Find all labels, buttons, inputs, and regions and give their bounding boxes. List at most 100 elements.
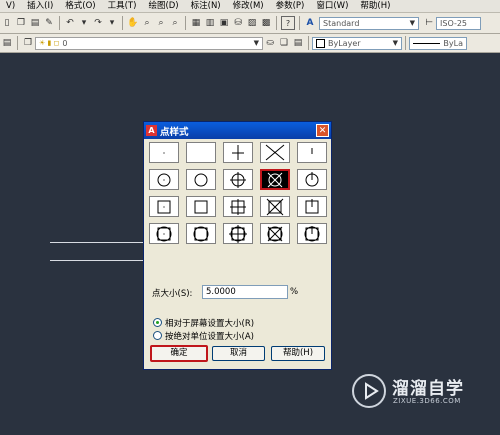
dialog-titlebar[interactable]: A 点样式 ✕ (144, 122, 331, 139)
chevron-down-icon: ▼ (409, 19, 415, 27)
relative-size-label[interactable]: 相对于屏幕设置大小(R) (165, 317, 254, 329)
chevron-down-icon: ▼ (253, 39, 259, 47)
menu-format[interactable]: 格式(O) (59, 0, 101, 12)
layer-states-icon[interactable]: ▤ (292, 37, 304, 49)
toolbar-separator (276, 16, 277, 30)
toolbar-separator (299, 16, 300, 30)
help-button[interactable]: 帮助(H) (271, 346, 325, 361)
point-style-tick[interactable] (297, 142, 327, 163)
linetype-value: ByLa (443, 38, 463, 48)
layer-previous-icon[interactable]: ❏ (278, 37, 290, 49)
toolbar-separator (59, 16, 60, 30)
point-style-circle-tick[interactable] (297, 169, 327, 190)
absolute-size-radio[interactable] (153, 331, 162, 340)
redo-icon[interactable]: ↷ (92, 17, 104, 29)
text-style-select[interactable]: Standard ▼ (319, 16, 419, 30)
point-style-square-dot[interactable] (149, 196, 179, 217)
standard-toolbar: ▯ ❐ ▤ ✎ ↶ ▾ ↷ ▾ ✋ ⌕ ⌕ ⌕ ▦ ▥ ▣ ⛁ ▨ ▩ ? A … (0, 13, 500, 34)
sheet-set-icon[interactable]: ⛁ (232, 17, 244, 29)
undo-dropdown-icon[interactable]: ▾ (78, 17, 90, 29)
text-style-icon: A (306, 18, 314, 28)
drawing-line (50, 242, 146, 243)
point-style-none[interactable] (186, 142, 216, 163)
open-icon[interactable]: ▯ (1, 17, 13, 29)
color-select[interactable]: ByLayer ▼ (312, 36, 402, 50)
chevron-down-icon: ▼ (392, 39, 398, 47)
zoom-realtime-icon[interactable]: ⌕ (141, 17, 153, 29)
markup-icon[interactable]: ▨ (246, 17, 258, 29)
calculator-icon[interactable]: ▩ (260, 17, 272, 29)
layer-select[interactable]: ☀ ▮ ◻ 0 ▼ (35, 36, 263, 50)
zoom-window-icon[interactable]: ⌕ (155, 17, 167, 29)
point-style-circle-square-tick[interactable] (297, 223, 327, 244)
close-button[interactable]: ✕ (316, 124, 329, 137)
point-style-circle-square-plus[interactable] (223, 223, 253, 244)
menu-draw[interactable]: 绘图(D) (142, 0, 184, 12)
relative-size-radio[interactable] (153, 318, 162, 327)
undo-icon[interactable]: ↶ (64, 17, 76, 29)
play-logo-icon (352, 374, 386, 408)
site-watermark: 溜溜自学 ZIXUE.3D66.COM (352, 372, 472, 414)
menu-view[interactable]: V) (0, 0, 21, 12)
layer-manager-icon[interactable]: ▤ (1, 37, 13, 49)
menu-tools[interactable]: 工具(T) (102, 0, 143, 12)
absolute-size-label[interactable]: 按绝对单位设置大小(A) (165, 330, 254, 342)
point-style-square-x[interactable] (260, 196, 290, 217)
point-style-circle-square[interactable] (186, 223, 216, 244)
zoom-previous-icon[interactable]: ⌕ (169, 17, 181, 29)
layer-properties-icon[interactable]: ❐ (22, 37, 34, 49)
toolbar-separator (405, 36, 406, 50)
design-center-icon[interactable]: ▥ (204, 17, 216, 29)
point-size-unit: % (290, 287, 299, 297)
cancel-button[interactable]: 取消 (212, 346, 265, 361)
layer-value: 0 (62, 38, 68, 48)
dim-style-value: ISO-25 (440, 18, 468, 28)
match-properties-icon[interactable]: ✎ (43, 17, 55, 29)
point-size-input[interactable]: 5.0000 (202, 285, 288, 299)
point-style-dot[interactable] (149, 142, 179, 163)
linetype-sample (413, 42, 441, 44)
menu-modify[interactable]: 修改(M) (227, 0, 270, 12)
point-style-x[interactable] (260, 142, 290, 163)
layer-state-icons: ☀ ▮ ◻ (39, 39, 60, 47)
point-style-plus[interactable] (223, 142, 253, 163)
ok-button[interactable]: 确定 (150, 345, 208, 362)
point-style-circle[interactable] (186, 169, 216, 190)
toolbar-separator (122, 16, 123, 30)
menu-insert[interactable]: 插入(I) (21, 0, 59, 12)
text-style-value: Standard (323, 18, 360, 28)
point-style-circle-square-dot[interactable] (149, 223, 179, 244)
make-current-layer-icon[interactable]: ⛀ (264, 37, 276, 49)
watermark-url: ZIXUE.3D66.COM (393, 397, 461, 405)
toolbar-separator (308, 36, 309, 50)
copy-icon[interactable]: ❐ (15, 17, 27, 29)
menu-dimension[interactable]: 标注(N) (185, 0, 227, 12)
menu-bar: V) 插入(I) 格式(O) 工具(T) 绘图(D) 标注(N) 修改(M) 参… (0, 0, 500, 13)
drawing-line (50, 260, 146, 261)
point-style-circle-plus[interactable] (223, 169, 253, 190)
watermark-title: 溜溜自学 (392, 379, 464, 399)
color-swatch (316, 38, 325, 48)
point-style-square[interactable] (186, 196, 216, 217)
dialog-title: 点样式 (160, 126, 189, 138)
linetype-select[interactable]: ByLa (409, 36, 467, 50)
point-style-square-tick[interactable] (297, 196, 327, 217)
redo-dropdown-icon[interactable]: ▾ (106, 17, 118, 29)
paste-icon[interactable]: ▤ (29, 17, 41, 29)
point-style-circle-square-x[interactable] (260, 223, 290, 244)
menu-window[interactable]: 窗口(W) (310, 0, 354, 12)
point-style-square-plus[interactable] (223, 196, 253, 217)
help-icon[interactable]: ? (281, 16, 295, 30)
dim-style-select[interactable]: ISO-25 (436, 16, 481, 30)
color-value: ByLayer (328, 38, 361, 48)
point-size-label: 点大小(S): (152, 289, 193, 299)
point-style-circle-dot[interactable] (149, 169, 179, 190)
menu-parametric[interactable]: 参数(P) (270, 0, 311, 12)
pan-icon[interactable]: ✋ (127, 17, 139, 29)
toolbar-separator (185, 16, 186, 30)
tool-palettes-icon[interactable]: ▣ (218, 17, 230, 29)
point-style-circle-x-selected[interactable] (260, 169, 290, 190)
menu-help[interactable]: 帮助(H) (354, 0, 396, 12)
dim-style-icon: ⊢ (425, 18, 433, 28)
properties-icon[interactable]: ▦ (190, 17, 202, 29)
